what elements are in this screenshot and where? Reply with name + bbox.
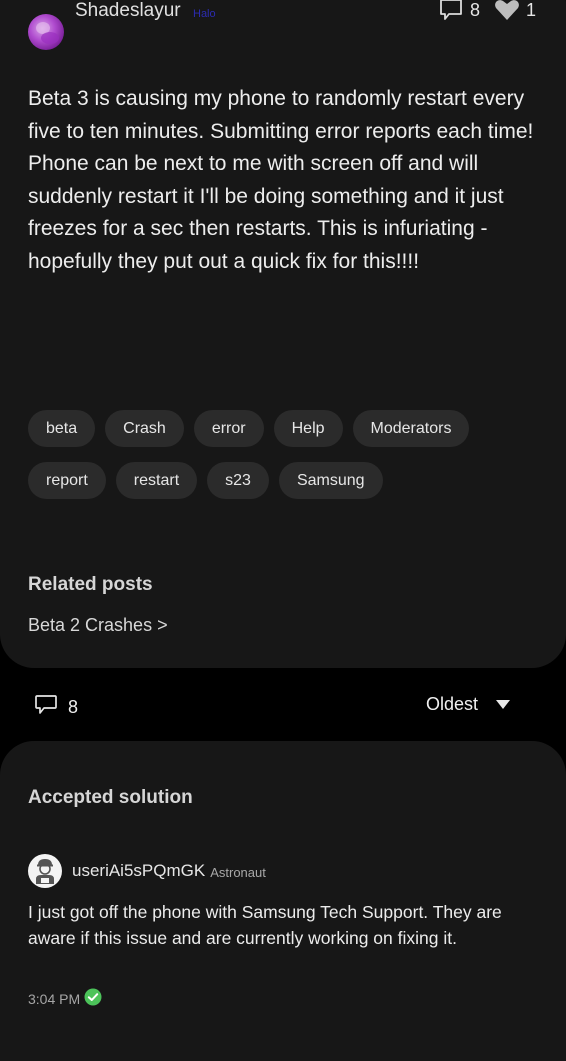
- tag-list: beta Crash error Help Moderators report …: [28, 410, 548, 499]
- reply-body: I just got off the phone with Samsung Te…: [28, 902, 502, 948]
- comments-bar: 8 Oldest: [0, 690, 566, 724]
- post-stats: 8 1: [438, 0, 536, 22]
- reply-time: 3:04 PM: [28, 990, 81, 1007]
- reply-author-rank: Astronaut: [210, 865, 266, 880]
- post-body: Beta 3 is causing my phone to randomly r…: [28, 87, 534, 273]
- related-posts-heading: Related posts: [28, 574, 153, 595]
- accepted-solution-heading: Accepted solution: [28, 787, 193, 808]
- heart-icon[interactable]: [494, 0, 520, 21]
- default-user-avatar-icon[interactable]: [28, 854, 62, 888]
- comment-count: 8: [34, 694, 78, 721]
- reply-author[interactable]: useriAi5sPQmGK Astronaut: [28, 854, 266, 888]
- author-avatar[interactable]: [28, 14, 64, 50]
- tag-chip[interactable]: beta: [28, 410, 96, 447]
- tag-chip[interactable]: error: [193, 410, 264, 447]
- tag-chip[interactable]: Moderators: [352, 410, 470, 447]
- comment-icon: [34, 694, 58, 721]
- author-name[interactable]: Shadeslayur: [75, 0, 181, 22]
- sort-label: Oldest: [425, 694, 478, 714]
- comment-icon: [438, 0, 464, 22]
- caret-down-icon: [496, 700, 510, 709]
- user-photo-icon: [36, 22, 59, 44]
- accepted-solution-card: Accepted solution useriAi5sPQmGK Astrona…: [0, 741, 566, 1061]
- like-count: 1: [525, 0, 536, 20]
- tag-chip[interactable]: report: [28, 462, 106, 499]
- reply-author-name[interactable]: useriAi5sPQmGK: [72, 861, 205, 881]
- reply-meta: 3:04 PM: [28, 988, 102, 1009]
- author-rank-badge: Halo: [193, 8, 216, 20]
- comment-count-value: 8: [68, 697, 79, 717]
- tag-chip[interactable]: s23: [207, 462, 269, 499]
- tag-chip[interactable]: restart: [115, 462, 198, 499]
- tag-chip[interactable]: Crash: [105, 410, 184, 447]
- accepted-check-icon: [84, 988, 102, 1009]
- tag-chip[interactable]: Help: [273, 410, 343, 447]
- related-post-link[interactable]: Beta 2 Crashes >: [28, 615, 168, 636]
- reply-count: 8: [469, 0, 480, 20]
- tag-chip[interactable]: Samsung: [278, 462, 383, 499]
- sort-dropdown[interactable]: Oldest: [426, 694, 510, 715]
